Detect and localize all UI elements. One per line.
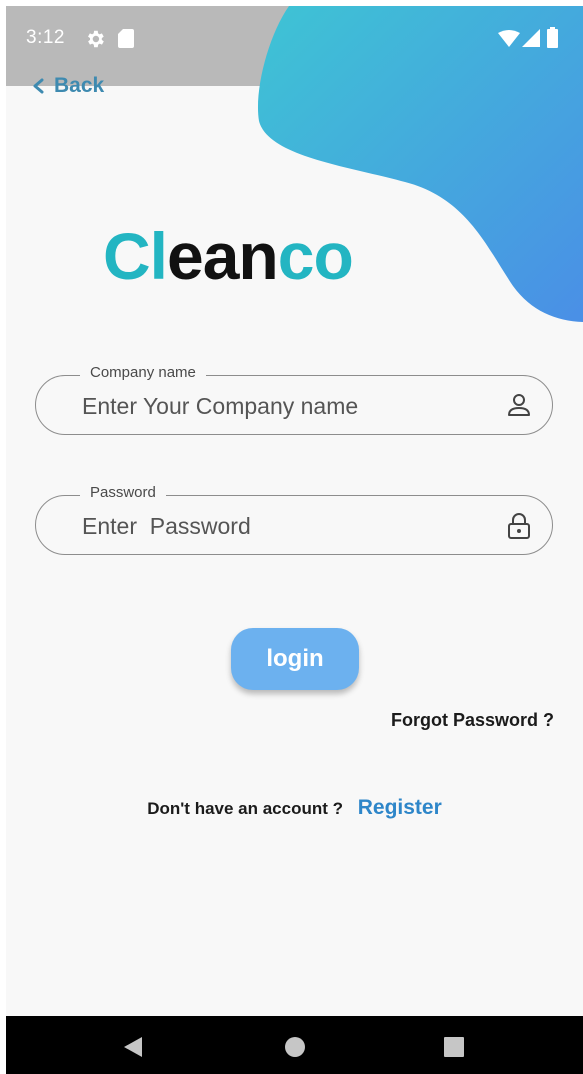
sd-card-icon bbox=[118, 29, 134, 48]
logo-part-3: co bbox=[277, 219, 354, 293]
company-name-field: Company name bbox=[35, 364, 553, 435]
login-button[interactable]: login bbox=[231, 628, 359, 690]
company-name-label: Company name bbox=[80, 364, 206, 381]
company-name-input[interactable] bbox=[80, 388, 484, 424]
logo-part-2: ean bbox=[167, 219, 279, 293]
chevron-left-icon bbox=[33, 78, 44, 94]
register-prompt: Don't have an account ? bbox=[147, 799, 344, 818]
app-logo: Cleanco bbox=[103, 218, 354, 294]
app-screen: 3:12 Back Cleanco Company name Password bbox=[6, 6, 583, 1074]
password-input[interactable] bbox=[80, 508, 484, 544]
password-label: Password bbox=[80, 484, 166, 501]
home-circle-icon[interactable] bbox=[284, 1036, 306, 1058]
back-button[interactable]: Back bbox=[32, 74, 104, 98]
recents-square-icon[interactable] bbox=[444, 1037, 464, 1057]
register-row: Don't have an account ? Register bbox=[6, 796, 583, 820]
wifi-icon bbox=[498, 30, 520, 47]
lock-icon bbox=[508, 513, 530, 539]
back-triangle-icon[interactable] bbox=[122, 1036, 144, 1058]
battery-icon bbox=[547, 27, 558, 48]
person-icon bbox=[508, 394, 530, 416]
logo-part-1: Cl bbox=[103, 219, 168, 293]
password-field: Password bbox=[35, 484, 553, 555]
gear-icon bbox=[88, 30, 104, 48]
forgot-password-link[interactable]: Forgot Password ? bbox=[391, 710, 554, 731]
back-label: Back bbox=[54, 74, 105, 97]
navigation-bar bbox=[6, 1016, 583, 1074]
cellular-signal-icon bbox=[522, 29, 540, 47]
register-link[interactable]: Register bbox=[358, 796, 442, 819]
status-time: 3:12 bbox=[26, 27, 65, 48]
